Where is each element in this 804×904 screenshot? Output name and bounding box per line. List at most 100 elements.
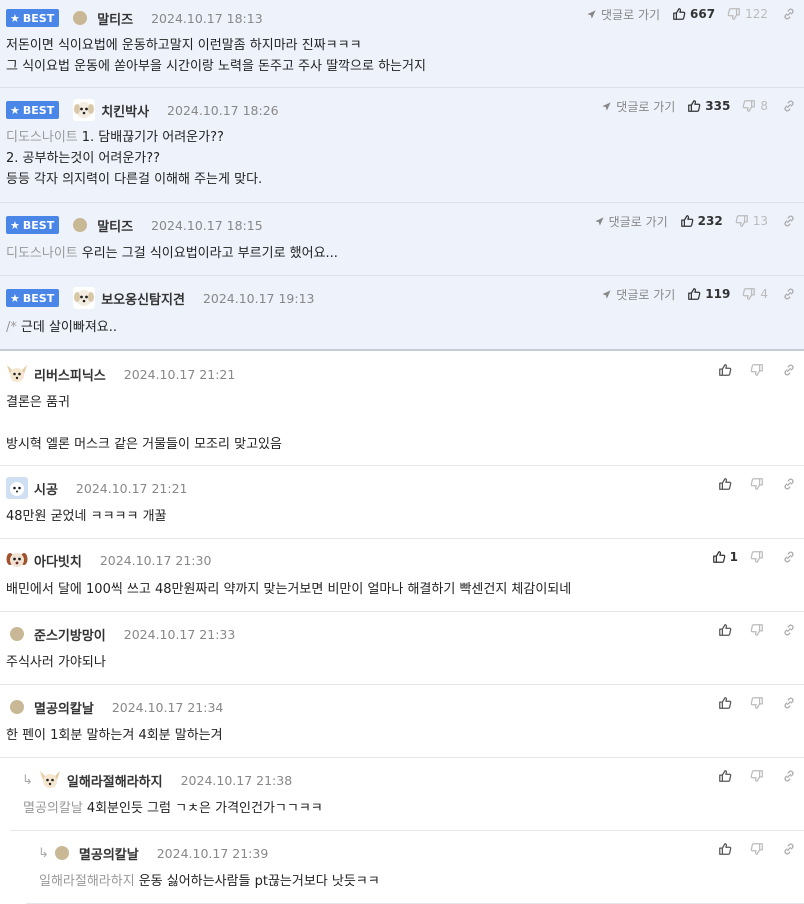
like-button[interactable]: 335 — [687, 99, 730, 113]
thumbs-up-icon — [718, 696, 732, 710]
author-name[interactable]: 준스기방망이 — [34, 625, 106, 644]
reply-arrow-icon: ↳ — [38, 845, 49, 861]
goto-reply-link[interactable]: 댓글로 가기 — [601, 98, 675, 115]
dislike-button[interactable] — [750, 477, 768, 491]
like-button[interactable] — [718, 769, 736, 783]
pet-avatar-icon — [6, 477, 28, 499]
thumbs-up-icon — [718, 477, 732, 491]
comment-header: 준스기방망이 2024.10.17 21:33 — [6, 623, 235, 645]
goto-reply-link[interactable]: 댓글로 가기 — [594, 213, 668, 230]
permalink-button[interactable] — [782, 550, 796, 564]
comment-body: 주식사러 가야되나 — [6, 655, 106, 670]
reply-target[interactable]: /* — [6, 320, 17, 335]
dislike-count: 4 — [760, 287, 768, 301]
goto-reply-link[interactable]: 댓글로 가기 — [586, 6, 660, 23]
link-icon — [782, 842, 796, 856]
permalink-button[interactable] — [782, 477, 796, 491]
reply-target[interactable]: 멸공의칼날 — [23, 801, 83, 816]
like-button[interactable] — [718, 363, 736, 377]
author-name[interactable]: 시공 — [34, 479, 58, 498]
avatar[interactable] — [73, 218, 88, 232]
thumbs-up-icon — [712, 550, 726, 564]
reply-target[interactable]: 디도스나이트 — [6, 246, 78, 261]
permalink-button[interactable] — [782, 696, 796, 710]
avatar[interactable] — [6, 477, 28, 499]
like-button[interactable] — [718, 842, 736, 856]
best-badge: ★ BEST — [6, 216, 60, 234]
link-icon — [782, 214, 796, 228]
dislike-button[interactable]: 8 — [742, 99, 768, 113]
avatar[interactable] — [10, 627, 24, 641]
dislike-button[interactable] — [750, 842, 768, 856]
permalink-button[interactable] — [782, 769, 796, 783]
dislike-button[interactable]: 4 — [742, 287, 768, 301]
avatar[interactable] — [73, 99, 96, 121]
author-name[interactable]: 보오옹신탐지견 — [101, 289, 185, 308]
like-button[interactable] — [718, 477, 736, 491]
avatar[interactable] — [38, 769, 61, 791]
author-name[interactable]: 말티즈 — [97, 216, 133, 235]
like-button[interactable]: 667 — [672, 7, 715, 21]
permalink-button[interactable] — [782, 623, 796, 637]
like-button[interactable]: 232 — [680, 214, 723, 228]
star-icon: ★ — [10, 291, 20, 305]
thumbs-up-icon — [718, 623, 732, 637]
comment-item: ★ BEST 말티즈 2024.10.17 18:13 댓글로 가기 667 12… — [0, 0, 804, 88]
author-name[interactable]: 말티즈 — [97, 9, 133, 28]
comment-actions: 댓글로 가기 232 13 — [594, 210, 796, 232]
like-button[interactable] — [718, 623, 736, 637]
like-button[interactable] — [718, 696, 736, 710]
dislike-button[interactable] — [750, 623, 768, 637]
like-button[interactable]: 119 — [687, 287, 730, 301]
dislike-button[interactable]: 122 — [727, 7, 768, 21]
like-button[interactable]: 1 — [712, 550, 738, 564]
avatar[interactable] — [54, 846, 69, 860]
avatar[interactable] — [73, 11, 88, 25]
permalink-button[interactable] — [782, 363, 796, 377]
permalink-button[interactable] — [782, 214, 796, 228]
star-icon: ★ — [10, 103, 20, 117]
avatar[interactable] — [73, 287, 96, 309]
dislike-count: 8 — [760, 99, 768, 113]
author-name[interactable]: 아다빗치 — [34, 551, 82, 570]
avatar[interactable] — [6, 363, 28, 385]
like-count: 232 — [697, 214, 723, 228]
dog-avatar-icon — [74, 102, 95, 118]
dislike-count: 122 — [745, 7, 768, 21]
avatar[interactable] — [10, 700, 24, 714]
author-name[interactable]: 리버스피닉스 — [34, 365, 106, 384]
permalink-button[interactable] — [782, 287, 796, 301]
timestamp: 2024.10.17 19:13 — [202, 290, 315, 306]
goto-reply-link[interactable]: 댓글로 가기 — [601, 286, 675, 303]
dislike-button[interactable] — [750, 550, 768, 564]
author-name[interactable]: 일해라절해라하지 — [67, 771, 163, 790]
dislike-button[interactable] — [750, 363, 768, 377]
permalink-button[interactable] — [782, 99, 796, 113]
arrow-icon — [601, 101, 612, 112]
dislike-button[interactable] — [750, 769, 768, 783]
avatar[interactable] — [6, 549, 28, 571]
comment-body: 48만원 굳었네 ㅋㅋㅋㅋ 개꿀 — [6, 509, 167, 524]
like-count: 667 — [690, 7, 716, 21]
link-icon — [782, 287, 796, 301]
author-name[interactable]: 치킨박사 — [101, 101, 149, 120]
dislike-count: 13 — [752, 214, 768, 228]
thumbs-down-icon — [750, 842, 764, 856]
comment-body: 저돈이면 식이요법에 운동하고말지 이런말좀 하지마라 진짜ㅋㅋㅋ 그 식이요법… — [6, 38, 426, 74]
link-icon — [782, 550, 796, 564]
author-name[interactable]: 멸공의칼날 — [34, 698, 94, 717]
reply-target[interactable]: 디도스나이트 — [6, 130, 78, 145]
comment-actions — [718, 473, 796, 495]
comment-item: ★ BEST 보오옹신탐지견 2024.10.17 19:13 댓글로 가기 11… — [0, 276, 804, 351]
dislike-button[interactable]: 13 — [735, 214, 768, 228]
permalink-button[interactable] — [782, 7, 796, 21]
thumbs-down-icon — [727, 7, 741, 21]
dislike-button[interactable] — [750, 696, 768, 710]
author-name[interactable]: 멸공의칼날 — [79, 844, 139, 863]
reply-arrow-icon: ↳ — [22, 772, 33, 788]
link-icon — [782, 99, 796, 113]
reply-target[interactable]: 일해라절해라하지 — [39, 874, 135, 889]
comment-item: ★ BEST 말티즈 2024.10.17 18:15 댓글로 가기 232 13… — [0, 203, 804, 276]
comment-actions — [718, 692, 796, 714]
permalink-button[interactable] — [782, 842, 796, 856]
